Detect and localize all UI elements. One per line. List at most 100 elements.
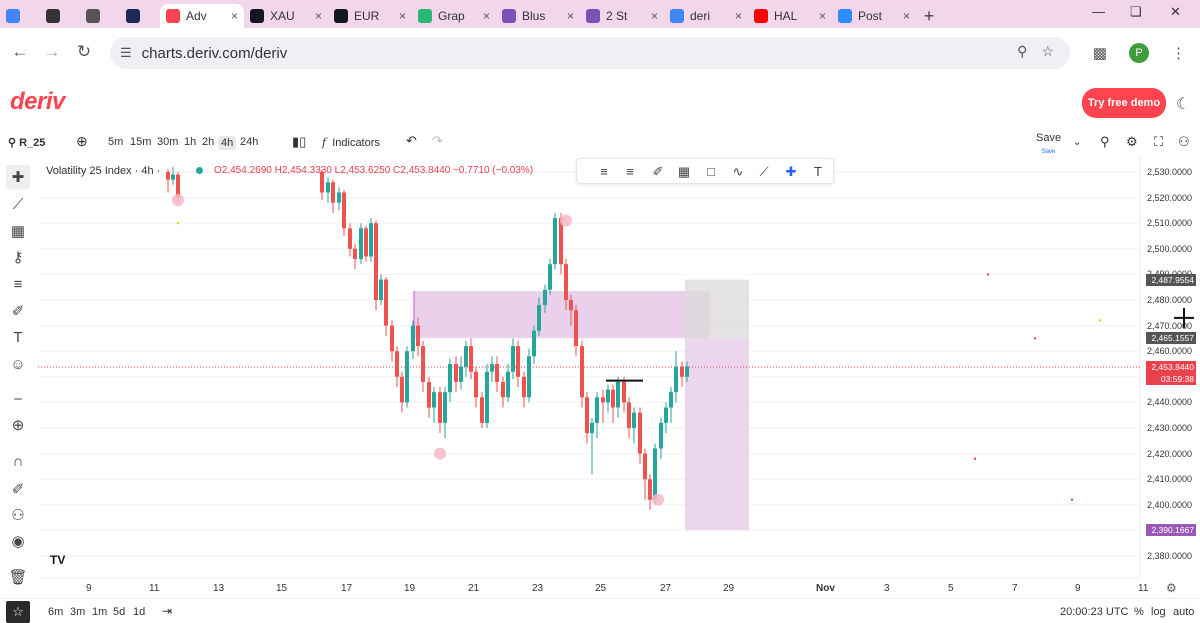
zoom-icon[interactable]: ⚲: [1017, 43, 1027, 60]
timeframe-5m[interactable]: 5m: [108, 136, 123, 148]
timeframe-4h[interactable]: 4h: [218, 136, 237, 150]
indicators-fx-icon: f: [322, 136, 327, 149]
brush-icon[interactable]: ✐: [649, 163, 667, 181]
settings-icon[interactable]: ⚙: [1126, 134, 1138, 150]
fib-grid-icon[interactable]: ▦: [675, 163, 693, 181]
delete-tool-icon[interactable]: 🗑: [6, 565, 30, 589]
timeframe-1h[interactable]: 1h: [184, 136, 196, 148]
tradingview-logo[interactable]: TV: [50, 553, 65, 567]
object-tree-icon[interactable]: ⚲: [1100, 134, 1110, 150]
new-tab-button[interactable]: +: [916, 4, 942, 28]
stay-drawing-tool-icon[interactable]: ✐: [6, 477, 30, 501]
utc-clock[interactable]: 20:00:23 UTC: [1060, 606, 1128, 618]
close-tab-icon[interactable]: ×: [567, 9, 574, 23]
text-tool-icon[interactable]: T: [6, 325, 30, 349]
pattern-tool-icon[interactable]: ⚷: [6, 245, 30, 269]
restore-icon[interactable]: ❏: [1130, 4, 1142, 20]
price-chart[interactable]: [0, 157, 1200, 603]
browser-tab[interactable]: Grap ×: [412, 4, 496, 28]
range-1d[interactable]: 1d: [133, 606, 145, 618]
chart-canvas[interactable]: [0, 157, 1200, 603]
screenshot-camera-icon[interactable]: ⚇: [1178, 134, 1190, 150]
text-tool-icon[interactable]: T: [809, 163, 827, 181]
rectangle-icon[interactable]: □: [702, 163, 720, 181]
browser-tab[interactable]: EUR ×: [328, 4, 412, 28]
browser-tab[interactable]: 2 St ×: [580, 4, 664, 28]
forward-icon[interactable]: →: [36, 42, 68, 62]
go-to-date-icon[interactable]: ⇥: [162, 604, 172, 618]
reload-icon[interactable]: ↻: [68, 42, 100, 62]
time-scale-settings-icon[interactable]: ⚙: [1166, 581, 1177, 595]
deriv-logo[interactable]: deriv: [10, 88, 65, 116]
horizontal-ray-icon[interactable]: ≡: [595, 163, 613, 181]
browser-tab[interactable]: Adv ×: [160, 4, 244, 28]
browser-tab[interactable]: [0, 4, 40, 28]
browser-tab[interactable]: Blus ×: [496, 4, 580, 28]
save-dropdown-icon[interactable]: ⌄: [1073, 137, 1081, 148]
range-5d[interactable]: 5d: [113, 606, 125, 618]
range-1m[interactable]: 1m: [92, 606, 107, 618]
crosshair-icon[interactable]: ✚: [782, 163, 800, 181]
log-toggle[interactable]: log: [1151, 606, 1166, 618]
url-bar[interactable]: ☰ charts.deriv.com/deriv ⚲ ☆: [110, 37, 1070, 69]
range-3m[interactable]: 3m: [70, 606, 85, 618]
back-icon[interactable]: ←: [4, 42, 36, 62]
bookmark-star-icon[interactable]: ☆: [1041, 43, 1054, 60]
percent-toggle[interactable]: %: [1134, 606, 1144, 618]
close-tab-icon[interactable]: ×: [483, 9, 490, 23]
candle-body: [522, 376, 526, 398]
hide-tool-icon[interactable]: ◉: [6, 529, 30, 553]
indicators-button[interactable]: f Indicators: [322, 136, 380, 149]
stop-zone: [685, 279, 749, 339]
close-tab-icon[interactable]: ×: [231, 9, 238, 23]
close-tab-icon[interactable]: ×: [399, 9, 406, 23]
redo-icon[interactable]: ↷: [432, 133, 443, 149]
auto-toggle[interactable]: auto: [1173, 606, 1194, 618]
browser-tab[interactable]: XAU ×: [244, 4, 328, 28]
chart-type-icon[interactable]: ▮▯: [292, 134, 306, 150]
range-6m[interactable]: 6m: [48, 606, 63, 618]
close-tab-icon[interactable]: ×: [651, 9, 658, 23]
minimize-icon[interactable]: —: [1092, 4, 1105, 19]
parallel-channel-icon[interactable]: ≡: [621, 163, 639, 181]
browser-tab[interactable]: [40, 4, 80, 28]
path-icon[interactable]: ∿: [729, 163, 747, 181]
close-tab-icon[interactable]: ×: [903, 9, 910, 23]
timeframe-30m[interactable]: 30m: [157, 136, 178, 148]
save-layout-button[interactable]: Save Save: [1036, 132, 1061, 156]
ruler-tool-icon[interactable]: ⎯: [6, 386, 30, 410]
compare-symbol-icon[interactable]: ⊕: [76, 133, 88, 150]
close-tab-icon[interactable]: ×: [315, 9, 322, 23]
zoom-in-tool-icon[interactable]: ⊕: [6, 413, 30, 437]
browser-tab[interactable]: HAL ×: [748, 4, 832, 28]
site-info-icon[interactable]: ☰: [120, 45, 132, 61]
lock-tool-icon[interactable]: ⚇: [6, 503, 30, 527]
extensions-icon[interactable]: ▩: [1093, 44, 1107, 62]
close-window-icon[interactable]: ✕: [1170, 4, 1181, 20]
try-free-demo-button[interactable]: Try free demo: [1082, 88, 1166, 118]
dark-mode-icon[interactable]: ☾: [1176, 94, 1190, 114]
timeframe-24h[interactable]: 24h: [240, 136, 258, 148]
brush-tool-icon[interactable]: ✐: [6, 299, 30, 323]
favorites-star-icon[interactable]: ☆: [6, 601, 30, 623]
fib-tool-icon[interactable]: ▦: [6, 219, 30, 243]
magnet-tool-icon[interactable]: ∩: [6, 449, 30, 473]
trendline-tool-icon[interactable]: ⟋: [6, 192, 30, 216]
trend-line-icon[interactable]: ⟋: [755, 163, 773, 181]
profile-avatar[interactable]: P: [1129, 43, 1149, 63]
crosshair-tool-icon[interactable]: ✚: [6, 165, 30, 189]
browser-tab[interactable]: [120, 4, 160, 28]
undo-icon[interactable]: ↶: [406, 133, 417, 149]
timeframe-2h[interactable]: 2h: [202, 136, 214, 148]
fullscreen-icon[interactable]: ⛶: [1154, 134, 1163, 150]
browser-tab[interactable]: [80, 4, 120, 28]
timeframe-15m[interactable]: 15m: [130, 136, 151, 148]
browser-tab[interactable]: deri ×: [664, 4, 748, 28]
close-tab-icon[interactable]: ×: [735, 9, 742, 23]
browser-tab[interactable]: Post ×: [832, 4, 916, 28]
close-tab-icon[interactable]: ×: [819, 9, 826, 23]
symbol-search[interactable]: ⚲ R_25: [8, 136, 45, 149]
menu-kebab-icon[interactable]: ⋮: [1171, 44, 1186, 62]
forecast-tool-icon[interactable]: ≡: [6, 272, 30, 296]
emoji-tool-icon[interactable]: ☺: [6, 352, 30, 376]
